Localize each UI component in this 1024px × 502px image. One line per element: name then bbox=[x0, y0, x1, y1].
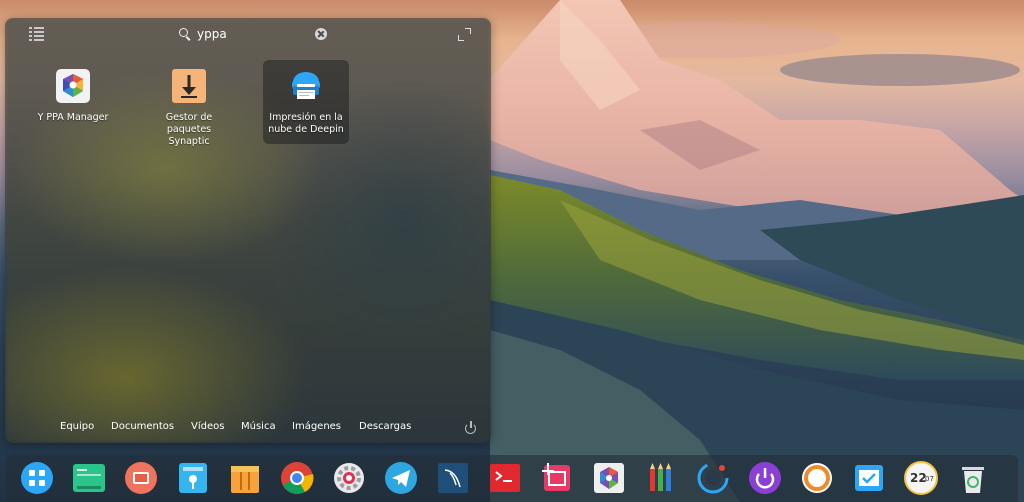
category-videos[interactable]: Vídeos bbox=[191, 421, 224, 432]
trash-icon[interactable] bbox=[956, 461, 990, 495]
pencils-icon[interactable] bbox=[644, 461, 678, 495]
system-monitor-icon[interactable] bbox=[696, 461, 730, 495]
app-label: Gestor de paquetes Synaptic bbox=[146, 112, 232, 148]
settings-icon[interactable] bbox=[332, 461, 366, 495]
app-synaptic[interactable]: Gestor de paquetes Synaptic bbox=[146, 60, 232, 147]
archive-manager-icon[interactable] bbox=[228, 461, 262, 495]
fullscreen-icon[interactable] bbox=[458, 28, 471, 41]
category-imagenes[interactable]: Imágenes bbox=[292, 421, 341, 432]
chrome-icon[interactable] bbox=[280, 461, 314, 495]
app-label-line1: Gestor de bbox=[165, 112, 213, 123]
power-icon[interactable] bbox=[748, 461, 782, 495]
power-icon[interactable] bbox=[465, 421, 476, 434]
search-icon bbox=[179, 28, 191, 40]
y-ppa-manager-icon[interactable] bbox=[592, 461, 626, 495]
deepin-cloud-icon[interactable] bbox=[852, 461, 886, 495]
app-store-icon[interactable] bbox=[176, 461, 210, 495]
terminal-icon[interactable] bbox=[488, 461, 522, 495]
synaptic-icon bbox=[171, 68, 207, 104]
dock: 22 07 bbox=[6, 455, 1018, 502]
screenshot-icon[interactable] bbox=[540, 461, 574, 495]
telegram-icon[interactable] bbox=[384, 461, 418, 495]
app-label-line2: paquetes Synaptic bbox=[166, 124, 212, 147]
search-box[interactable] bbox=[179, 25, 329, 43]
app-deepin-cloud-print[interactable]: Impresión en la nube de Deepin bbox=[263, 60, 349, 144]
app-label: Y PPA Manager bbox=[37, 112, 109, 123]
ubuntu-icon[interactable] bbox=[800, 461, 834, 495]
screen-recorder-icon[interactable] bbox=[124, 461, 158, 495]
app-label-line1: Impresión en la bbox=[269, 112, 343, 123]
app-label: Impresión en la nube de Deepin bbox=[263, 112, 349, 136]
clear-search-icon[interactable] bbox=[315, 28, 327, 40]
category-musica[interactable]: Música bbox=[241, 421, 276, 432]
category-equipo[interactable]: Equipo bbox=[60, 421, 94, 432]
y-ppa-manager-icon bbox=[55, 68, 91, 104]
category-descargas[interactable]: Descargas bbox=[359, 421, 411, 432]
category-bar: Equipo Documentos Vídeos Música Imágenes… bbox=[5, 416, 491, 440]
search-input[interactable] bbox=[197, 27, 307, 41]
cloud-printer-icon bbox=[288, 68, 324, 104]
category-view-icon[interactable] bbox=[29, 27, 44, 41]
deepin-manual-icon[interactable] bbox=[72, 461, 106, 495]
app-launcher: Y PPA Manager Gestor de paquetes Synapti… bbox=[5, 18, 491, 443]
category-documentos[interactable]: Documentos bbox=[111, 421, 174, 432]
clock-month: 07 bbox=[925, 475, 934, 483]
mysql-workbench-icon[interactable] bbox=[436, 461, 470, 495]
app-label-line2: nube de Deepin bbox=[268, 124, 344, 135]
launcher-icon[interactable] bbox=[20, 461, 54, 495]
clock-icon[interactable]: 22 07 bbox=[904, 461, 938, 495]
app-y-ppa-manager[interactable]: Y PPA Manager bbox=[30, 60, 116, 144]
